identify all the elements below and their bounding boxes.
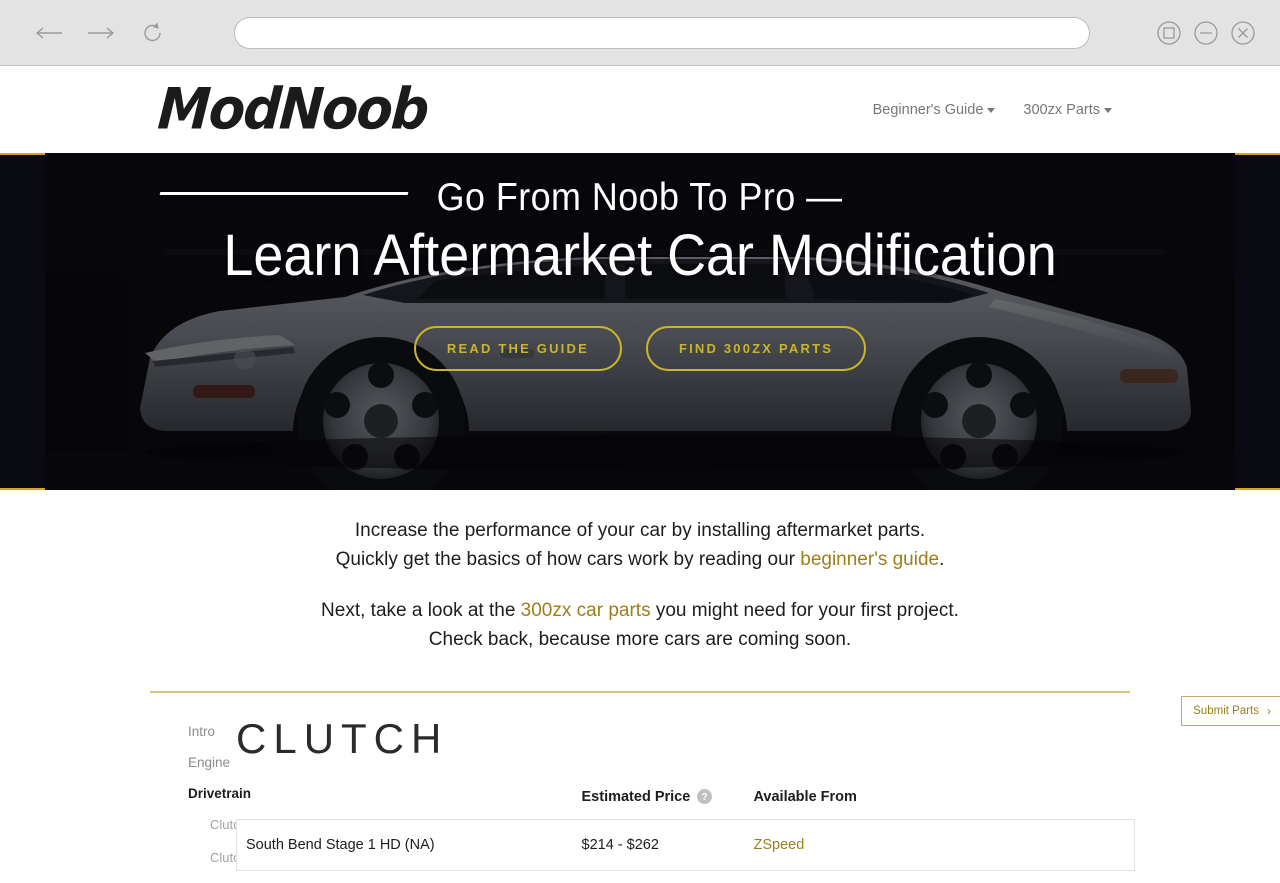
url-input[interactable] xyxy=(234,16,1090,49)
intro-paragraph-2: Next, take a look at the 300zx car parts… xyxy=(0,597,1280,655)
hero-cta-buttons: READ THE GUIDE FIND 300ZX PARTS xyxy=(413,325,867,371)
column-header-price: Estimated Price ? xyxy=(582,789,754,820)
hero-banner: Go From Noob To Pro — Learn Aftermarket … xyxy=(0,153,1280,490)
intro-line-2-post: . xyxy=(939,548,945,570)
help-circle-icon[interactable]: ? xyxy=(697,789,713,804)
intro-line-4: Check back, because more cars are coming… xyxy=(428,628,852,650)
cell-part-price: $214 - $262 xyxy=(581,818,754,871)
window-controls xyxy=(1154,18,1264,48)
intro-paragraph-1: Increase the performance of your car by … xyxy=(0,517,1280,575)
back-arrow-icon[interactable] xyxy=(32,18,66,48)
sidebar-item-intro[interactable]: Intro xyxy=(188,724,232,739)
intro-section: Increase the performance of your car by … xyxy=(0,490,1280,655)
sidebar-item-engine[interactable]: Engine xyxy=(188,755,232,770)
hero-content: Go From Noob To Pro — Learn Aftermarket … xyxy=(0,153,1280,490)
intro-line-3-pre: Next, take a look at the xyxy=(321,599,521,621)
table-header-row: Estimated Price ? Available From xyxy=(237,789,1135,820)
nav-item-300zx-parts[interactable]: 300zx Parts xyxy=(1023,102,1112,118)
nav-item-label: Beginner's Guide xyxy=(872,101,984,118)
maximize-icon[interactable] xyxy=(1154,18,1184,48)
hero-eyebrow: Go From Noob To Pro — xyxy=(437,176,843,219)
reload-icon[interactable] xyxy=(136,18,170,48)
table-row[interactable]: South Bend Stage 1 HD (NA) $214 - $262 Z… xyxy=(236,818,1135,871)
chevron-down-icon xyxy=(987,108,996,113)
site-header: ModNoob Beginner's Guide 300zx Parts xyxy=(0,66,1280,195)
parts-table-head: Estimated Price ? Available From xyxy=(237,789,1135,820)
page-title: CLUTCH xyxy=(236,714,449,762)
intro-line-1: Increase the performance of your car by … xyxy=(354,520,926,541)
submit-parts-tab[interactable]: Submit Parts › xyxy=(1181,695,1280,726)
browser-toolbar xyxy=(0,0,1280,66)
minimize-icon[interactable] xyxy=(1191,18,1221,48)
site-logo[interactable]: ModNoob xyxy=(156,76,430,142)
beginners-guide-link[interactable]: beginner's guide xyxy=(800,549,939,570)
intro-line-3-post: you might need for your first project. xyxy=(650,599,959,621)
column-header-name xyxy=(237,789,582,820)
sidebar-item-clutch-fork[interactable]: Clutch Fork xyxy=(188,850,276,865)
parts-table: Estimated Price ? Available From South B… xyxy=(236,789,1135,871)
sidebar-item-clutch[interactable]: Clutch xyxy=(188,817,247,832)
nav-item-beginners-guide[interactable]: Beginner's Guide xyxy=(873,102,996,118)
300zx-car-parts-link[interactable]: 300zx car parts xyxy=(521,600,651,621)
url-bar-container xyxy=(170,16,1154,49)
close-icon[interactable] xyxy=(1228,18,1258,48)
svg-text:?: ? xyxy=(702,792,708,803)
forward-arrow-icon[interactable] xyxy=(84,18,118,48)
chevron-down-icon xyxy=(1104,108,1112,113)
parts-main-column: CLUTCH Estimated Price ? Available From … xyxy=(232,715,1280,883)
chevron-right-icon: › xyxy=(1267,703,1271,718)
parts-sidebar: Intro Engine Drivetrain Clutch Clutch Fo… xyxy=(0,715,276,883)
submit-parts-label: Submit Parts xyxy=(1193,704,1259,717)
parts-table-body: South Bend Stage 1 HD (NA) $214 - $262 Z… xyxy=(236,818,1135,871)
main-navigation: Beginner's Guide 300zx Parts xyxy=(873,102,1112,118)
hero-title: Learn Aftermarket Car Modification xyxy=(223,222,1057,288)
find-300zx-parts-button[interactable]: FIND 300ZX PARTS xyxy=(645,325,867,371)
read-the-guide-button[interactable]: READ THE GUIDE xyxy=(413,325,622,371)
column-header-price-label: Estimated Price xyxy=(581,788,691,805)
nav-item-label: 300zx Parts xyxy=(1023,101,1100,118)
vendor-link-zspeed[interactable]: ZSpeed xyxy=(754,837,805,853)
browser-nav-buttons xyxy=(16,18,170,48)
cell-part-vendor: ZSpeed xyxy=(753,818,1135,871)
sidebar-item-drivetrain[interactable]: Drivetrain xyxy=(188,786,251,801)
column-header-vendor: Available From xyxy=(753,788,857,805)
intro-line-2-pre: Quickly get the basics of how cars work … xyxy=(335,548,801,570)
cell-part-name: South Bend Stage 1 HD (NA) xyxy=(236,818,582,871)
content-area: Intro Engine Drivetrain Clutch Clutch Fo… xyxy=(0,693,1280,883)
